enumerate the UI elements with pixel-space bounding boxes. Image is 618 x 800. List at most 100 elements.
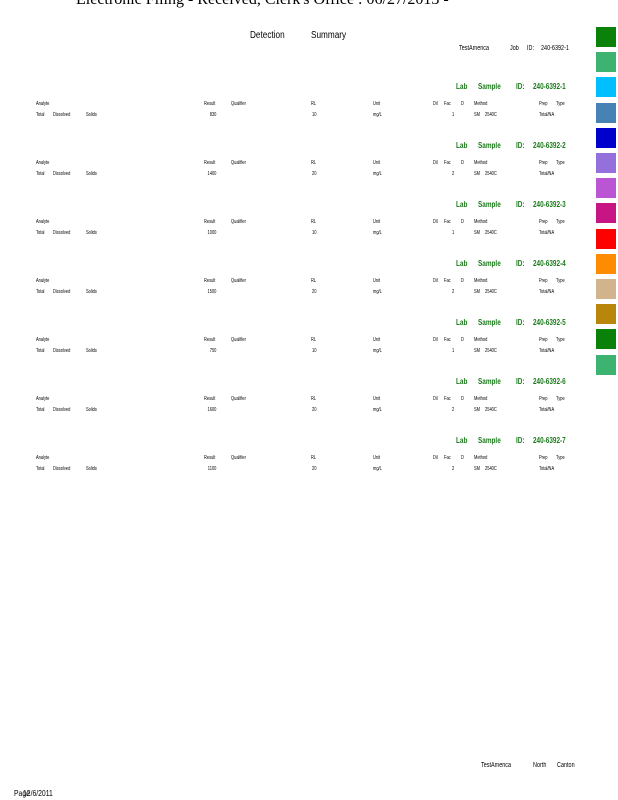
col-unit: Unit [373, 278, 381, 284]
unit-value: mg/L [373, 230, 382, 236]
rl-value: 20 [312, 466, 317, 472]
sample-block: Lab Sample ID: 240-6392-3 Analyte Result… [0, 200, 590, 260]
col-d: D [461, 337, 464, 343]
method-w1: SM [474, 171, 480, 177]
analyte-w2: Dissolved [53, 348, 71, 354]
rl-value: 20 [312, 407, 317, 413]
method-w2: 2540C [485, 230, 497, 236]
sample-id: 240-6392-1 [533, 82, 566, 91]
col-d: D [461, 278, 464, 284]
sample-block: Lab Sample ID: 240-6392-2 Analyte Result… [0, 141, 590, 201]
sample-block: Lab Sample ID: 240-6392-4 Analyte Result… [0, 259, 590, 319]
col-rl: RL [311, 337, 317, 343]
id-word: ID: [516, 259, 525, 268]
sample-word: Sample [478, 200, 501, 209]
col-type: Type [556, 219, 565, 225]
col-unit: Unit [373, 396, 381, 402]
result-value: 1600 [207, 407, 217, 413]
col-result: Result [204, 455, 216, 461]
rl-value: 10 [312, 112, 317, 118]
lab-word: Lab [456, 318, 468, 327]
col-dil: Dil [433, 219, 438, 225]
prep-type-value: Total/NA [539, 230, 555, 236]
unit-value: mg/L [373, 289, 382, 295]
unit-value: mg/L [373, 112, 382, 118]
col-result: Result [204, 219, 216, 225]
analyte-w2: Dissolved [53, 289, 71, 295]
title-word-detection: Detection [250, 30, 285, 41]
col-prep: Prep [539, 278, 548, 284]
col-type: Type [556, 101, 565, 107]
unit-value: mg/L [373, 171, 382, 177]
sample-word: Sample [478, 318, 501, 327]
sample-word: Sample [478, 259, 501, 268]
color-swatch [596, 52, 616, 73]
col-rl: RL [311, 278, 317, 284]
col-method: Method [474, 337, 488, 343]
col-analyte: Analyte [36, 278, 50, 284]
analyte-w3: Solids [86, 466, 97, 472]
sample-id: 240-6392-7 [533, 436, 566, 445]
analyte-w3: Solids [86, 289, 97, 295]
method-w1: SM [474, 112, 480, 118]
analyte-w1: Total [36, 407, 45, 413]
analyte-w3: Solids [86, 348, 97, 354]
col-dil: Dil [433, 278, 438, 284]
col-fac: Fac [444, 455, 451, 461]
col-fac: Fac [444, 396, 451, 402]
rl-value: 10 [312, 230, 317, 236]
footer-location-2: Canton [557, 762, 575, 769]
col-result: Result [204, 278, 216, 284]
analyte-w2: Dissolved [53, 407, 71, 413]
method-w2: 2540C [485, 407, 497, 413]
col-method: Method [474, 278, 488, 284]
sample-id: 240-6392-2 [533, 141, 566, 150]
color-swatch [596, 178, 616, 199]
id-word: ID: [516, 436, 525, 445]
col-rl: RL [311, 455, 317, 461]
method-w1: SM [474, 289, 480, 295]
color-swatch [596, 102, 616, 123]
analyte-w3: Solids [86, 171, 97, 177]
footer-lab-name: TestAmerica [481, 762, 512, 769]
col-method: Method [474, 455, 488, 461]
col-rl: RL [311, 101, 317, 107]
title-word-summary: Summary [311, 30, 347, 41]
dil-fac-value: 1 [452, 112, 455, 118]
rl-value: 20 [312, 171, 317, 177]
analyte-w1: Total [36, 466, 45, 472]
col-type: Type [556, 278, 565, 284]
sample-block: Lab Sample ID: 240-6392-6 Analyte Result… [0, 377, 590, 437]
color-swatch [596, 203, 616, 224]
col-rl: RL [311, 160, 317, 166]
analyte-w2: Dissolved [53, 112, 71, 118]
id-word: ID: [516, 141, 525, 150]
result-value: 1000 [207, 230, 217, 236]
color-swatch [596, 279, 616, 299]
footer-date: 12/6/2011 [23, 789, 53, 798]
dil-fac-value: 2 [452, 407, 455, 413]
col-analyte: Analyte [36, 160, 50, 166]
col-dil: Dil [433, 396, 438, 402]
unit-value: mg/L [373, 348, 382, 354]
col-d: D [461, 219, 464, 225]
col-method: Method [474, 101, 488, 107]
lab-word: Lab [456, 259, 468, 268]
dil-fac-value: 2 [452, 466, 455, 472]
prep-type-value: Total/NA [539, 407, 555, 413]
dil-fac-value: 2 [452, 289, 455, 295]
col-dil: Dil [433, 160, 438, 166]
footer-location-1: North [533, 762, 547, 769]
id-word: ID: [516, 82, 525, 91]
lab-word: Lab [456, 377, 468, 386]
method-w2: 2540C [485, 112, 497, 118]
method-w2: 2540C [485, 348, 497, 354]
job-id: 240-6392-1 [541, 45, 569, 52]
col-prep: Prep [539, 219, 548, 225]
col-qualifier: Qualifier [231, 278, 246, 284]
col-prep: Prep [539, 160, 548, 166]
col-type: Type [556, 396, 565, 402]
col-unit: Unit [373, 101, 381, 107]
col-fac: Fac [444, 337, 451, 343]
col-fac: Fac [444, 160, 451, 166]
